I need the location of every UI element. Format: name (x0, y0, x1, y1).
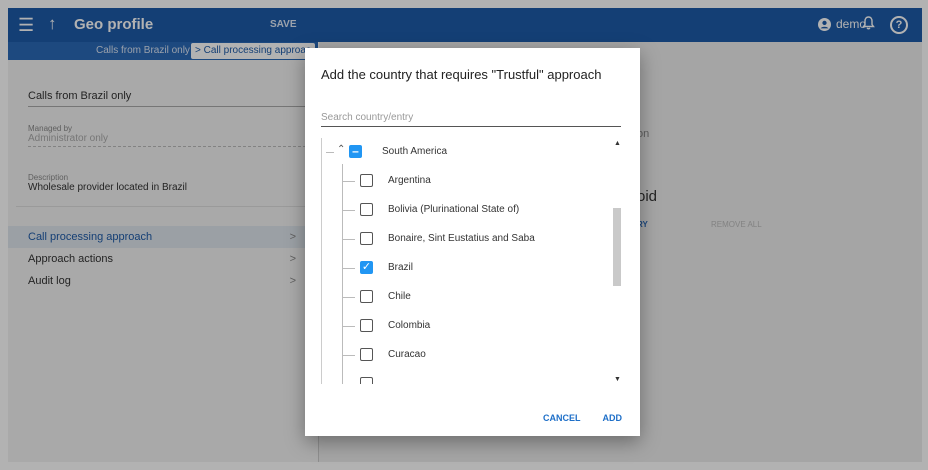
dialog-actions: CANCEL ADD (543, 413, 622, 423)
country-checkbox[interactable] (360, 348, 373, 361)
country-item-curacao[interactable]: Curacao (322, 341, 610, 370)
country-item-chile[interactable]: Chile (322, 283, 610, 312)
tree-connector (326, 152, 334, 153)
country-item-bolivia[interactable]: Bolivia (Plurinational State of) (322, 196, 610, 225)
country-label: Argentina (388, 175, 431, 186)
country-label: Curacao (388, 349, 426, 360)
tree-connector (343, 326, 355, 327)
tree-connector (343, 268, 355, 269)
country-item-bonaire[interactable]: Bonaire, Sint Eustatius and Saba (322, 225, 610, 254)
add-button[interactable]: ADD (603, 413, 623, 423)
country-item-argentina[interactable]: Argentina (322, 167, 610, 196)
scroll-down-arrow-icon[interactable]: ▼ (614, 376, 621, 383)
country-checkbox[interactable] (360, 174, 373, 187)
tree-node-label: South America (382, 146, 448, 157)
tree-connector (343, 297, 355, 298)
tree-connector (343, 239, 355, 240)
country-checkbox[interactable] (360, 203, 373, 216)
country-label: Chile (388, 291, 411, 302)
tree-connector (343, 355, 355, 356)
country-item-brazil[interactable]: ✓ Brazil (322, 254, 610, 283)
scrollbar-thumb[interactable] (613, 208, 621, 286)
country-checkbox-checked[interactable]: ✓ (360, 261, 373, 274)
indeterminate-checkbox[interactable]: – (349, 145, 362, 158)
dialog-title: Add the country that requires "Trustful"… (321, 67, 602, 82)
tree-node-south-america[interactable]: ⌃ – South America (322, 138, 610, 167)
country-checkbox[interactable] (360, 290, 373, 303)
add-country-dialog: Add the country that requires "Trustful"… (305, 48, 640, 436)
page: ☰ ↑ Geo profile SAVE demo ? Calls from B… (0, 0, 928, 470)
country-item-partial[interactable] (322, 370, 610, 384)
scroll-up-arrow-icon[interactable]: ▲ (614, 140, 621, 147)
scrollbar[interactable]: ▲ ▼ (611, 140, 623, 384)
country-item-colombia[interactable]: Colombia (322, 312, 610, 341)
country-tree: ⌃ – South America Argentina Bolivia (Plu… (321, 138, 628, 384)
chevron-up-icon[interactable]: ⌃ (337, 144, 345, 155)
tree-connector (343, 181, 355, 182)
country-checkbox[interactable] (360, 232, 373, 245)
search-input[interactable] (321, 108, 621, 127)
cancel-button[interactable]: CANCEL (543, 413, 581, 423)
country-checkbox[interactable] (360, 377, 373, 384)
country-label: Bonaire, Sint Eustatius and Saba (388, 233, 535, 244)
tree-connector (343, 210, 355, 211)
country-label: Bolivia (Plurinational State of) (388, 204, 520, 215)
country-label: Colombia (388, 320, 431, 331)
country-label: Brazil (388, 262, 414, 273)
country-checkbox[interactable] (360, 319, 373, 332)
